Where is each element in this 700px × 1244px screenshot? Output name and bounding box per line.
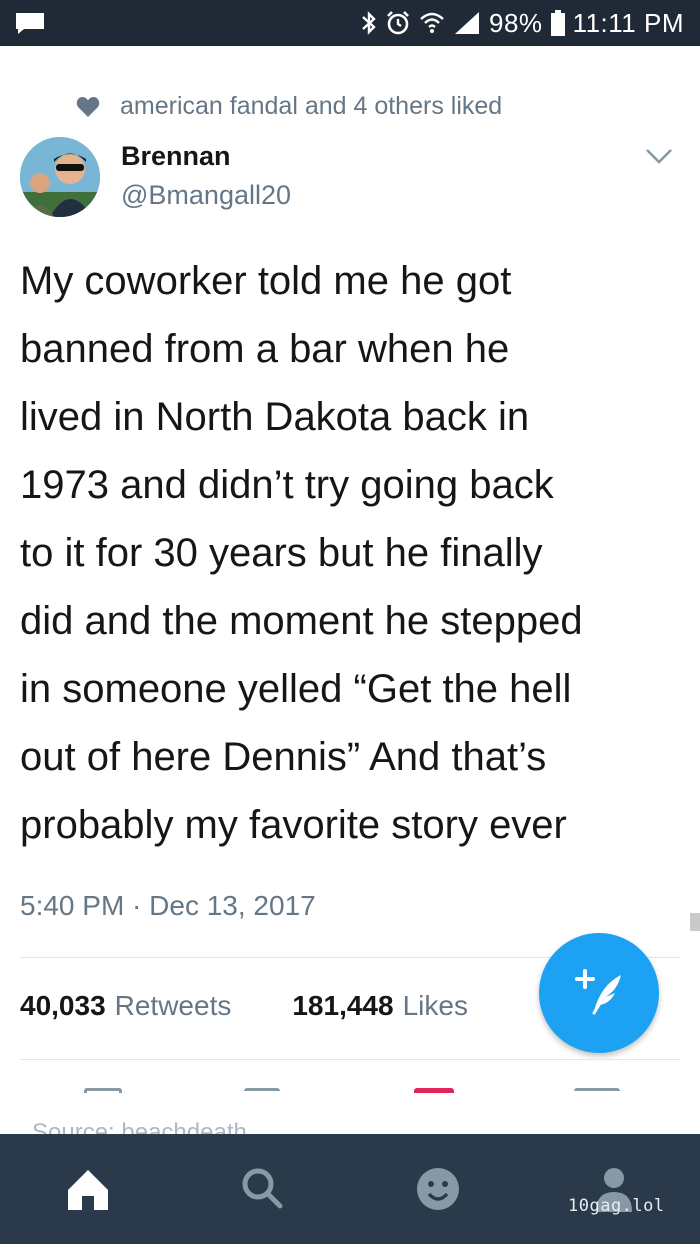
retweets-label: Retweets [114,990,232,1021]
likes-count: 181,448 [292,990,394,1021]
nav-profile[interactable] [584,1134,644,1244]
scroll-indicator [690,913,700,931]
likes-label: Likes [402,990,468,1021]
tweet-line: in someone yelled “Get the hell [20,667,572,711]
tweet-timestamp[interactable]: 5:40 PM · Dec 13, 2017 [20,890,316,922]
nav-search[interactable] [232,1134,292,1244]
like-icon[interactable] [414,1088,454,1093]
tweet-line: 1973 and didn’t try going back [20,463,554,507]
profile-icon [596,1168,632,1212]
moments-icon [417,1168,459,1210]
avatar[interactable] [20,137,100,217]
social-context-text: american fandal and 4 others liked [120,92,503,120]
battery-percent: 98% [489,7,543,38]
retweet-icon[interactable] [244,1088,280,1091]
search-icon [242,1168,283,1209]
wifi-icon [420,12,444,33]
author-name[interactable]: Brennan [121,141,231,172]
reply-icon[interactable] [84,1088,122,1093]
watermark: 10gag.lol [568,1196,665,1216]
tweet-line: out of here Dennis” And that’s [20,735,547,779]
avatar-photo [20,137,100,217]
clock: 11:11 PM [572,7,684,38]
chevron-down-icon[interactable] [641,142,677,170]
likes-stat[interactable]: 181,448 Likes [292,990,468,1022]
tweet-stats: 40,033 Retweets 181,448 Likes [20,990,468,1022]
tweet-line: to it for 30 years but he finally [20,531,543,575]
tweet-line: My coworker told me he got [20,259,512,303]
status-bar: 98% 11:11 PM [0,0,700,46]
tweet-line: probably my favorite story ever [20,803,567,847]
source-caption: Source: beachdeath [32,1119,247,1134]
compose-feather-icon [575,969,621,1015]
tweet-text: My coworker told me he got banned from a… [20,247,690,859]
heart-icon [76,96,100,117]
social-context: american fandal and 4 others liked [76,92,502,121]
nav-moments[interactable] [408,1134,468,1244]
divider [20,1059,680,1060]
tweet-line: lived in North Dakota back in [20,395,530,439]
author-handle[interactable]: @Bmangall20 [121,180,291,211]
share-icon[interactable] [574,1088,620,1091]
home-icon [68,1170,108,1210]
bottom-navigation [0,1134,700,1244]
tweet-line: did and the moment he stepped [20,599,583,643]
nav-home[interactable] [58,1134,118,1244]
tweet-line: banned from a bar when he [20,327,510,371]
battery-icon [550,10,565,36]
alarm-icon [387,11,409,35]
signal-icon [455,12,480,34]
status-icons: 98% 11:11 PM [361,0,684,46]
bluetooth-icon [362,11,376,35]
compose-tweet-button[interactable] [539,933,659,1053]
retweets-count: 40,033 [20,990,106,1021]
message-icon [16,13,44,34]
retweets-stat[interactable]: 40,033 Retweets [20,990,231,1022]
tweet-actions [0,1084,700,1096]
